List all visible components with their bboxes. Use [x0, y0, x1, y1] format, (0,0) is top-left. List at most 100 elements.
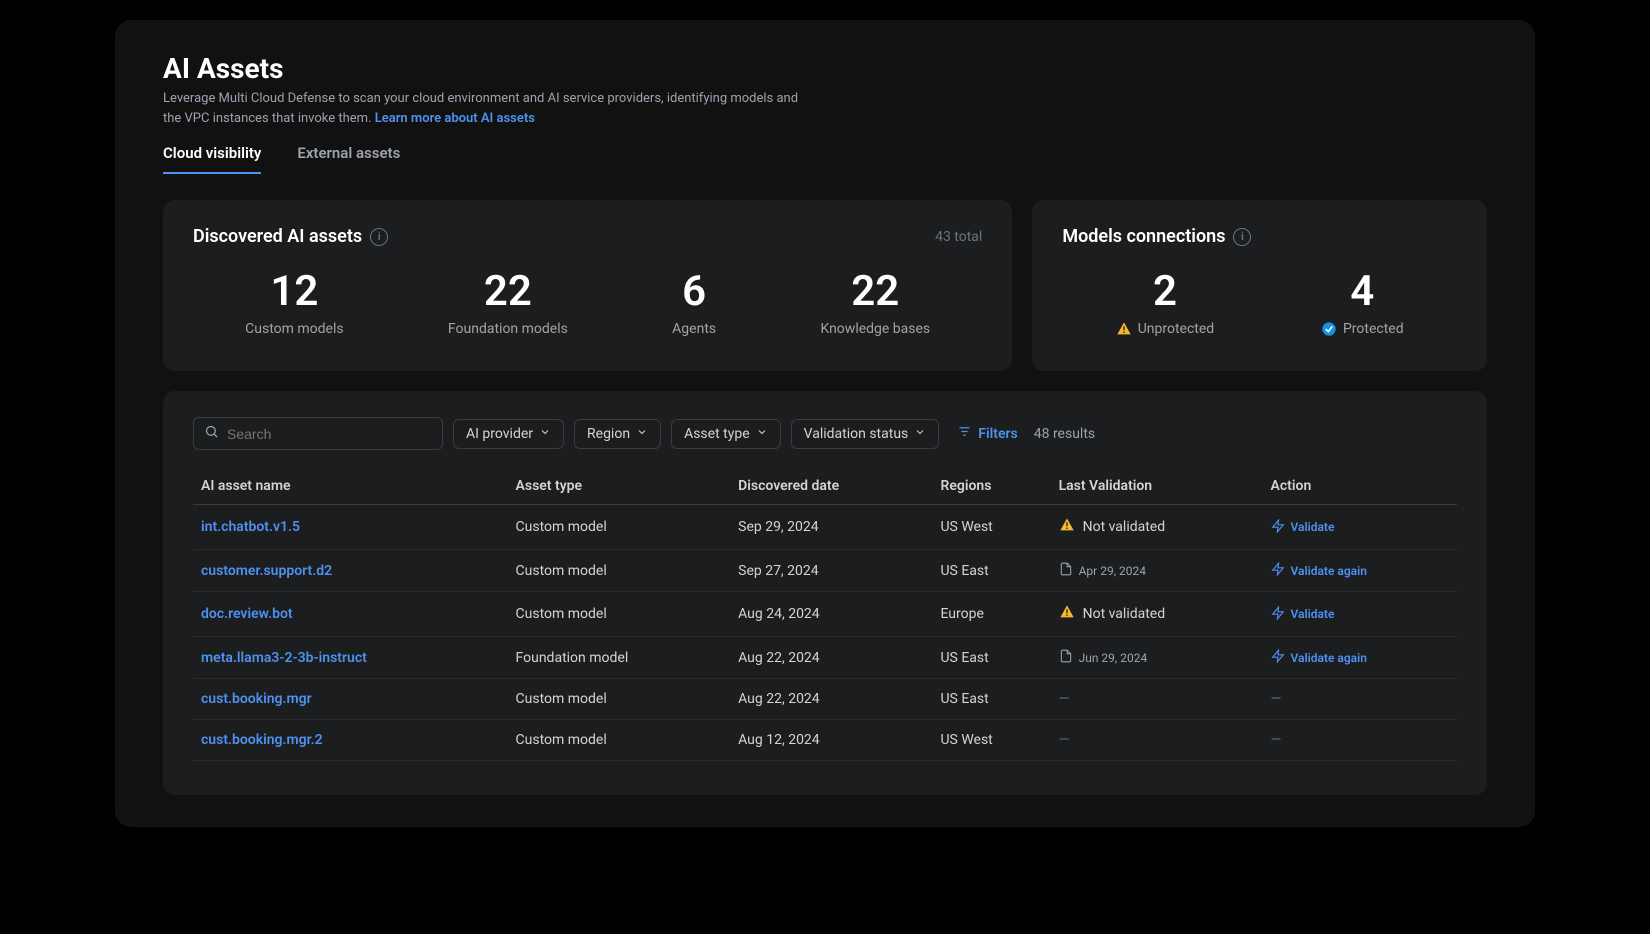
no-action: —	[1271, 732, 1282, 748]
validation-date: Jun 29, 2024	[1079, 651, 1148, 665]
document-icon	[1059, 649, 1073, 666]
warning-icon	[1116, 321, 1132, 337]
connections-card-title: Models connections	[1062, 226, 1225, 247]
col-asset-type[interactable]: Asset type	[508, 468, 731, 505]
stat-value: 22	[820, 269, 930, 315]
stat-value: 4	[1321, 269, 1404, 315]
col-last-validation[interactable]: Last Validation	[1051, 468, 1263, 505]
zap-icon	[1271, 606, 1285, 623]
region-cell: US East	[932, 550, 1050, 592]
col-regions[interactable]: Regions	[932, 468, 1050, 505]
validate-button[interactable]: Validate	[1271, 519, 1449, 536]
col-action[interactable]: Action	[1263, 468, 1457, 505]
result-count: 48 results	[1034, 426, 1095, 442]
table-row: customer.support.d2 Custom modelSep 27, 2…	[193, 550, 1457, 592]
stat-label: Agents	[672, 321, 716, 337]
table-row: doc.review.bot Custom modelAug 24, 2024Eu…	[193, 592, 1457, 637]
validation-date: Apr 29, 2024	[1079, 564, 1146, 578]
no-validation: —	[1059, 732, 1070, 748]
asset-name-link[interactable]: customer.support.d2	[201, 563, 332, 579]
asset-name-link[interactable]: cust.booking.mgr.2	[201, 732, 323, 748]
table-row: int.chatbot.v1.5 Custom modelSep 29, 2024…	[193, 505, 1457, 550]
region-cell: Europe	[932, 592, 1050, 637]
discovered-card-title: Discovered AI assets	[193, 226, 362, 247]
info-icon[interactable]: i	[1233, 228, 1251, 246]
filter-ai-provider[interactable]: AI provider	[453, 419, 564, 449]
tab-bar: Cloud visibility External assets	[163, 144, 1487, 174]
models-connections-card: Models connections i 2 Unprotected 4 Protec…	[1032, 200, 1487, 371]
stat-value: 22	[448, 269, 568, 315]
chip-label: Region	[587, 426, 630, 442]
stat-label: Knowledge bases	[820, 321, 930, 337]
stat-block: 22 Foundation models	[448, 269, 568, 337]
info-icon[interactable]: i	[370, 228, 388, 246]
warning-icon	[1059, 517, 1075, 537]
validate-again-button[interactable]: Validate again	[1271, 649, 1449, 666]
check-circle-icon	[1321, 321, 1337, 337]
region-cell: US East	[932, 679, 1050, 720]
validation-report-link[interactable]: Jun 29, 2024	[1059, 649, 1255, 666]
col-asset-name[interactable]: AI asset name	[193, 468, 508, 505]
stat-value: 12	[245, 269, 343, 315]
stat-label: Custom models	[245, 321, 343, 337]
asset-type-cell: Custom model	[508, 592, 731, 637]
search-input-container[interactable]	[193, 417, 443, 450]
asset-name-link[interactable]: int.chatbot.v1.5	[201, 519, 300, 535]
chip-label: AI provider	[466, 426, 533, 442]
stat-value: 6	[672, 269, 716, 315]
document-icon	[1059, 562, 1073, 579]
search-input[interactable]	[227, 426, 432, 442]
discovered-assets-card: Discovered AI assets i 43 total 12 Custom…	[163, 200, 1012, 371]
chevron-down-icon	[539, 426, 551, 442]
chip-label: Asset type	[684, 426, 750, 442]
chip-label: Validation status	[804, 426, 909, 442]
discovered-date-cell: Aug 22, 2024	[730, 637, 932, 679]
discovered-total: 43 total	[935, 229, 982, 245]
validate-button[interactable]: Validate	[1271, 606, 1449, 623]
assets-table-card: AI provider Region Asset type Validation…	[163, 391, 1487, 795]
no-validation: —	[1059, 691, 1070, 707]
filters-button[interactable]: Filters	[957, 424, 1017, 443]
tab-external-assets[interactable]: External assets	[297, 144, 400, 174]
zap-icon	[1271, 562, 1285, 579]
stat-label: Foundation models	[448, 321, 568, 337]
filter-region[interactable]: Region	[574, 419, 661, 449]
table-row: cust.booking.mgr Custom modelAug 22, 2024…	[193, 679, 1457, 720]
region-cell: US West	[932, 505, 1050, 550]
region-cell: US West	[932, 720, 1050, 761]
learn-more-link[interactable]: Learn more about AI assets	[375, 111, 535, 126]
discovered-date-cell: Sep 27, 2024	[730, 550, 932, 592]
asset-type-cell: Custom model	[508, 679, 731, 720]
stat-label: Protected	[1321, 321, 1404, 337]
discovered-date-cell: Sep 29, 2024	[730, 505, 932, 550]
region-cell: US East	[932, 637, 1050, 679]
discovered-date-cell: Aug 22, 2024	[730, 679, 932, 720]
asset-name-link[interactable]: meta.llama3-2-3b-instruct	[201, 650, 367, 666]
filter-validation-status[interactable]: Validation status	[791, 419, 940, 449]
no-action: —	[1271, 691, 1282, 707]
validation-status-text: Not validated	[1083, 606, 1166, 622]
stat-block: 4 Protected	[1321, 269, 1404, 337]
tab-cloud-visibility[interactable]: Cloud visibility	[163, 144, 261, 174]
table-row: meta.llama3-2-3b-instructFoundation mode…	[193, 637, 1457, 679]
asset-name-link[interactable]: doc.review.bot	[201, 606, 293, 622]
col-discovered[interactable]: Discovered date	[730, 468, 932, 505]
stat-value: 2	[1116, 269, 1215, 315]
validate-again-button[interactable]: Validate again	[1271, 562, 1449, 579]
asset-type-cell: Custom model	[508, 720, 731, 761]
page-title: AI Assets	[163, 52, 1487, 85]
validation-report-link[interactable]: Apr 29, 2024	[1059, 562, 1255, 579]
chevron-down-icon	[914, 426, 926, 442]
filter-asset-type[interactable]: Asset type	[671, 419, 781, 449]
assets-table: AI asset name Asset type Discovered date…	[193, 468, 1457, 761]
asset-type-cell: Custom model	[508, 505, 731, 550]
stat-block: 22 Knowledge bases	[820, 269, 930, 337]
warning-icon	[1059, 604, 1075, 624]
stat-block: 2 Unprotected	[1116, 269, 1215, 337]
asset-type-cell: Custom model	[508, 550, 731, 592]
chevron-down-icon	[636, 426, 648, 442]
discovered-date-cell: Aug 24, 2024	[730, 592, 932, 637]
stat-label: Unprotected	[1116, 321, 1215, 337]
zap-icon	[1271, 519, 1285, 536]
asset-name-link[interactable]: cust.booking.mgr	[201, 691, 312, 707]
